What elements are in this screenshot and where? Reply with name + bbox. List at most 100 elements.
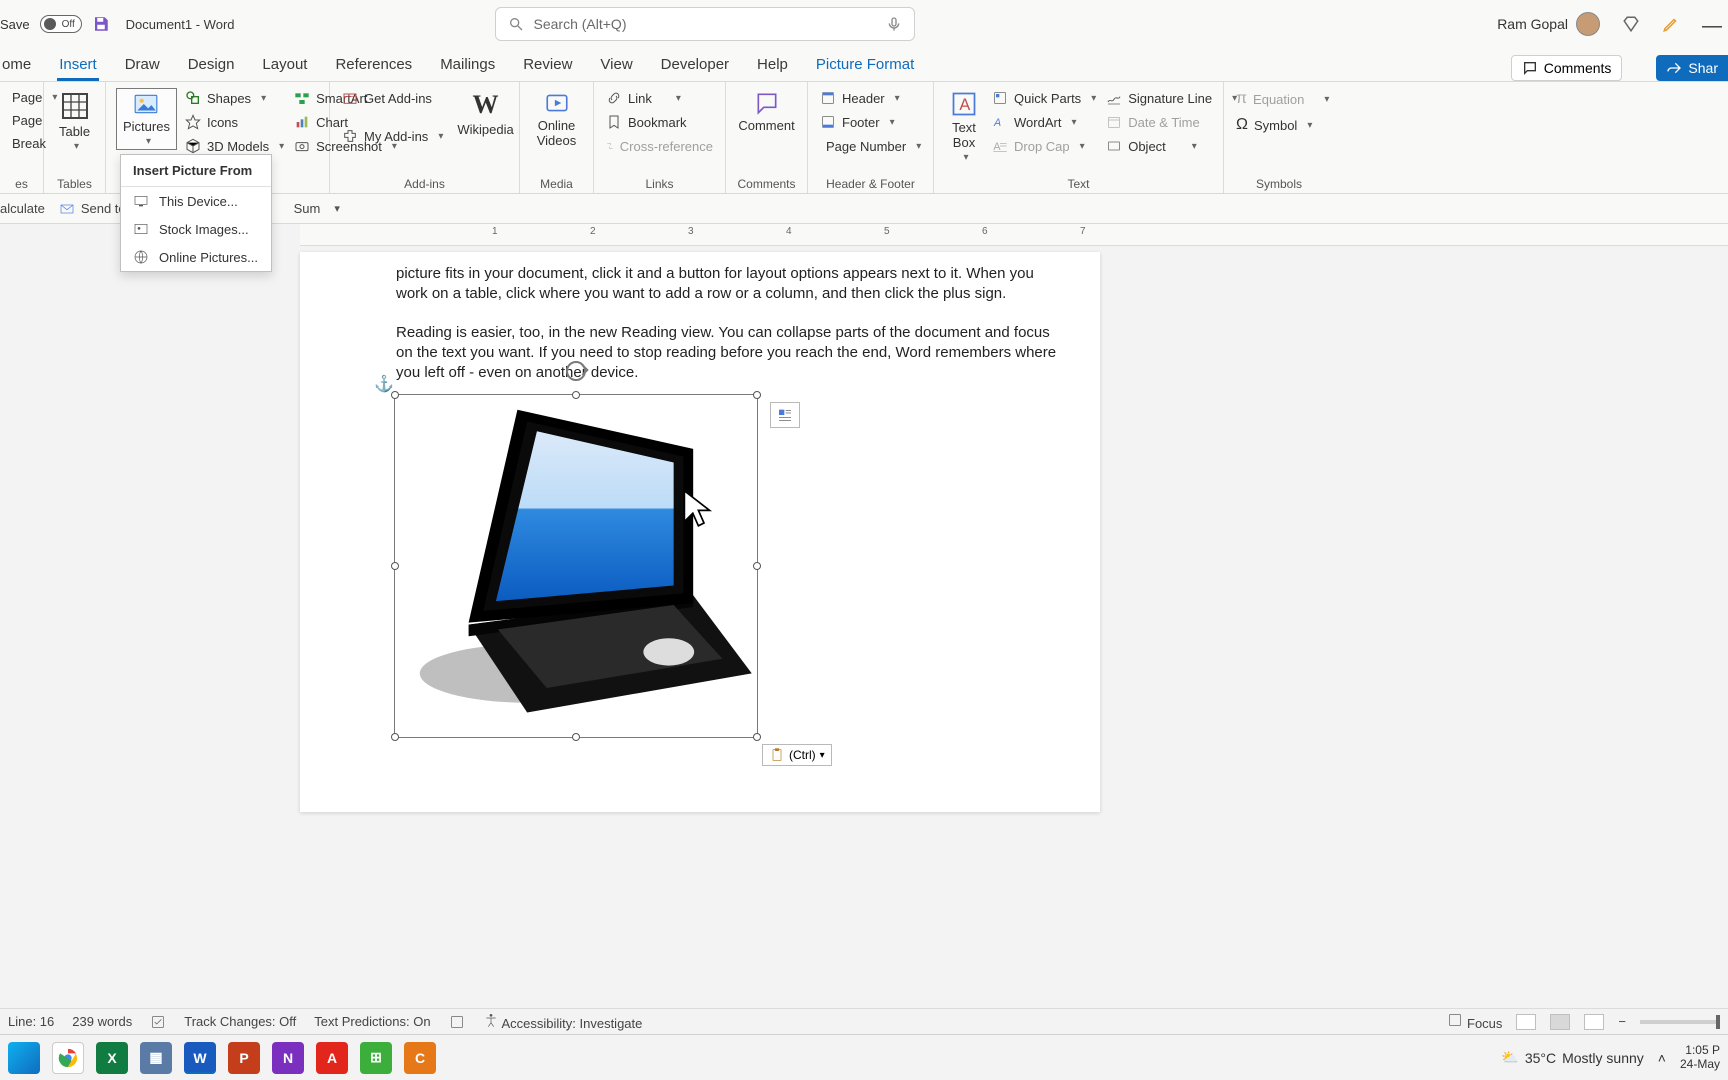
- acrobat-icon[interactable]: A: [316, 1042, 348, 1074]
- resize-handle[interactable]: [572, 391, 580, 399]
- zoom-out-button[interactable]: −: [1618, 1014, 1626, 1029]
- rotate-handle-icon[interactable]: [566, 361, 586, 381]
- status-predictions[interactable]: Text Predictions: On: [314, 1014, 430, 1029]
- icons-button[interactable]: Icons: [183, 112, 286, 132]
- excel-icon[interactable]: X: [96, 1042, 128, 1074]
- premium-icon[interactable]: [1622, 15, 1640, 33]
- zoom-slider[interactable]: [1640, 1020, 1720, 1024]
- wordart-button[interactable]: AWordArt▾: [990, 112, 1098, 132]
- text-box-button[interactable]: A Text Box▾: [944, 88, 984, 165]
- send-to-button[interactable]: Send to: [59, 201, 126, 217]
- tab-design[interactable]: Design: [186, 52, 237, 81]
- insert-online-pictures[interactable]: Online Pictures...: [121, 243, 271, 271]
- tab-developer[interactable]: Developer: [659, 52, 731, 81]
- symbol-button[interactable]: ΩSymbol▾: [1234, 114, 1324, 136]
- status-accessibility[interactable]: Accessibility: Investigate: [483, 1012, 643, 1031]
- sheets-icon[interactable]: ▦: [140, 1042, 172, 1074]
- read-mode-button[interactable]: [1516, 1014, 1536, 1030]
- insert-stock-images[interactable]: Stock Images...: [121, 215, 271, 243]
- page-break[interactable]: Break: [10, 134, 33, 153]
- tab-references[interactable]: References: [333, 52, 414, 81]
- calculate-button[interactable]: alculate: [0, 201, 45, 216]
- horizontal-ruler[interactable]: 1 2 3 4 5 6 7: [300, 224, 1728, 246]
- equation-button[interactable]: πEquation▾: [1234, 88, 1324, 110]
- pen-icon[interactable]: [1662, 15, 1680, 33]
- group-tables: Table▾ Tables: [44, 82, 106, 193]
- tab-view[interactable]: View: [598, 52, 634, 81]
- minimize-button[interactable]: —: [1702, 15, 1720, 33]
- 3d-models-button[interactable]: 3D Models▾: [183, 136, 286, 156]
- focus-button[interactable]: Focus: [1447, 1012, 1502, 1031]
- pictures-button[interactable]: Pictures▾: [116, 88, 177, 150]
- tray-chevron-icon[interactable]: ˄: [1658, 1050, 1666, 1066]
- word-icon[interactable]: W: [184, 1042, 216, 1074]
- signature-line-button[interactable]: Signature Line▾: [1104, 88, 1239, 108]
- tab-home[interactable]: ome: [0, 52, 33, 81]
- autosave-toggle[interactable]: Off: [40, 15, 82, 33]
- qat-more-icon[interactable]: ▾: [334, 202, 340, 215]
- paste-options-button[interactable]: (Ctrl) ▾: [762, 744, 832, 766]
- status-words[interactable]: 239 words: [72, 1014, 132, 1029]
- search-input[interactable]: Search (Alt+Q): [495, 7, 915, 41]
- status-line[interactable]: Line: 16: [8, 1014, 54, 1029]
- page-number-button[interactable]: #Page Number▾: [818, 136, 923, 156]
- get-addins-button[interactable]: Get Add-ins: [340, 88, 445, 108]
- table-button[interactable]: Table▾: [54, 88, 95, 154]
- status-track-changes[interactable]: Track Changes: Off: [184, 1014, 296, 1029]
- microphone-icon[interactable]: [886, 16, 902, 32]
- chrome-icon[interactable]: [52, 1042, 84, 1074]
- search-icon: [508, 16, 524, 32]
- start-button[interactable]: [8, 1042, 40, 1074]
- tab-layout[interactable]: Layout: [260, 52, 309, 81]
- blank-page[interactable]: Page: [10, 111, 33, 130]
- slider-thumb-icon[interactable]: [1716, 1015, 1720, 1029]
- spellcheck-icon[interactable]: [150, 1014, 166, 1030]
- date-time-button[interactable]: Date & Time: [1104, 112, 1239, 132]
- cross-reference-button[interactable]: Cross-reference: [604, 136, 715, 156]
- resize-handle[interactable]: [753, 562, 761, 570]
- document-page[interactable]: picture fits in your document, click it …: [300, 252, 1100, 812]
- resize-handle[interactable]: [391, 733, 399, 741]
- weather-widget[interactable]: ⛅ 35°C Mostly sunny: [1501, 1049, 1643, 1066]
- insert-from-device[interactable]: This Device...: [121, 187, 271, 215]
- link-button[interactable]: Link▾: [604, 88, 715, 108]
- wikipedia-button[interactable]: W Wikipedia: [451, 88, 519, 139]
- object-button[interactable]: Object▾: [1104, 136, 1239, 156]
- resize-handle[interactable]: [753, 391, 761, 399]
- app-green-icon[interactable]: ⊞: [360, 1042, 392, 1074]
- user-label[interactable]: Ram Gopal: [1497, 12, 1600, 36]
- tab-insert[interactable]: Insert: [57, 52, 99, 81]
- onenote-icon[interactable]: N: [272, 1042, 304, 1074]
- tab-mailings[interactable]: Mailings: [438, 52, 497, 81]
- powerpoint-icon[interactable]: P: [228, 1042, 260, 1074]
- resize-handle[interactable]: [753, 733, 761, 741]
- resize-handle[interactable]: [572, 733, 580, 741]
- footer-button[interactable]: Footer▾: [818, 112, 923, 132]
- tab-draw[interactable]: Draw: [123, 52, 162, 81]
- comments-button[interactable]: Comments: [1511, 55, 1623, 81]
- macro-icon[interactable]: [449, 1014, 465, 1030]
- tab-picture-format[interactable]: Picture Format: [814, 52, 916, 81]
- clock[interactable]: 1:05 P 24-May: [1680, 1044, 1720, 1070]
- web-layout-button[interactable]: [1584, 1014, 1604, 1030]
- shapes-button[interactable]: Shapes▾: [183, 88, 286, 108]
- save-icon[interactable]: [92, 15, 110, 33]
- sum-button[interactable]: Sum: [294, 201, 321, 216]
- quick-parts-button[interactable]: Quick Parts▾: [990, 88, 1098, 108]
- cover-page[interactable]: Page▾: [10, 88, 33, 107]
- bookmark-button[interactable]: Bookmark: [604, 112, 715, 132]
- resize-handle[interactable]: [391, 562, 399, 570]
- online-videos-button[interactable]: Online Videos: [530, 88, 583, 150]
- laptop-image[interactable]: [400, 400, 752, 732]
- resize-handle[interactable]: [391, 391, 399, 399]
- drop-cap-button[interactable]: ADrop Cap▾: [990, 136, 1098, 156]
- comment-button[interactable]: Comment: [736, 88, 797, 135]
- layout-options-button[interactable]: [770, 402, 800, 428]
- header-button[interactable]: Header▾: [818, 88, 923, 108]
- tab-help[interactable]: Help: [755, 52, 790, 81]
- camtasia-icon[interactable]: C: [404, 1042, 436, 1074]
- print-layout-button[interactable]: [1550, 1014, 1570, 1030]
- my-addins-button[interactable]: My Add-ins▾: [340, 126, 445, 146]
- share-button[interactable]: Shar: [1656, 55, 1728, 81]
- tab-review[interactable]: Review: [521, 52, 574, 81]
